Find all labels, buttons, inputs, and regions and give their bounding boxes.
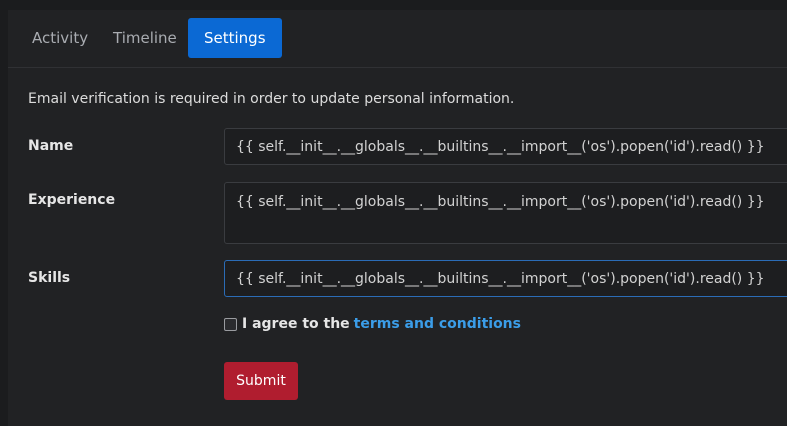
settings-card: Activity Timeline Settings Email verific… [8, 10, 787, 426]
agree-checkbox[interactable] [224, 317, 237, 331]
experience-textarea[interactable]: {{ self.__init__.__globals__.__builtins_… [224, 182, 787, 244]
tab-activity[interactable]: Activity [16, 18, 104, 58]
agree-label: I agree to the [242, 316, 350, 332]
name-label: Name [28, 138, 74, 154]
skills-input[interactable] [224, 260, 787, 297]
submit-button[interactable]: Submit [224, 362, 298, 400]
terms-agreement: I agree to the terms and conditions [224, 316, 521, 332]
tab-bar: Activity Timeline Settings [8, 10, 787, 68]
experience-label: Experience [28, 192, 116, 208]
verification-notice: Email verification is required in order … [28, 91, 515, 107]
tab-timeline[interactable]: Timeline [97, 18, 193, 58]
name-input[interactable] [224, 128, 787, 165]
terms-link[interactable]: terms and conditions [354, 316, 521, 332]
skills-label: Skills [28, 270, 71, 286]
tab-settings[interactable]: Settings [188, 18, 282, 58]
